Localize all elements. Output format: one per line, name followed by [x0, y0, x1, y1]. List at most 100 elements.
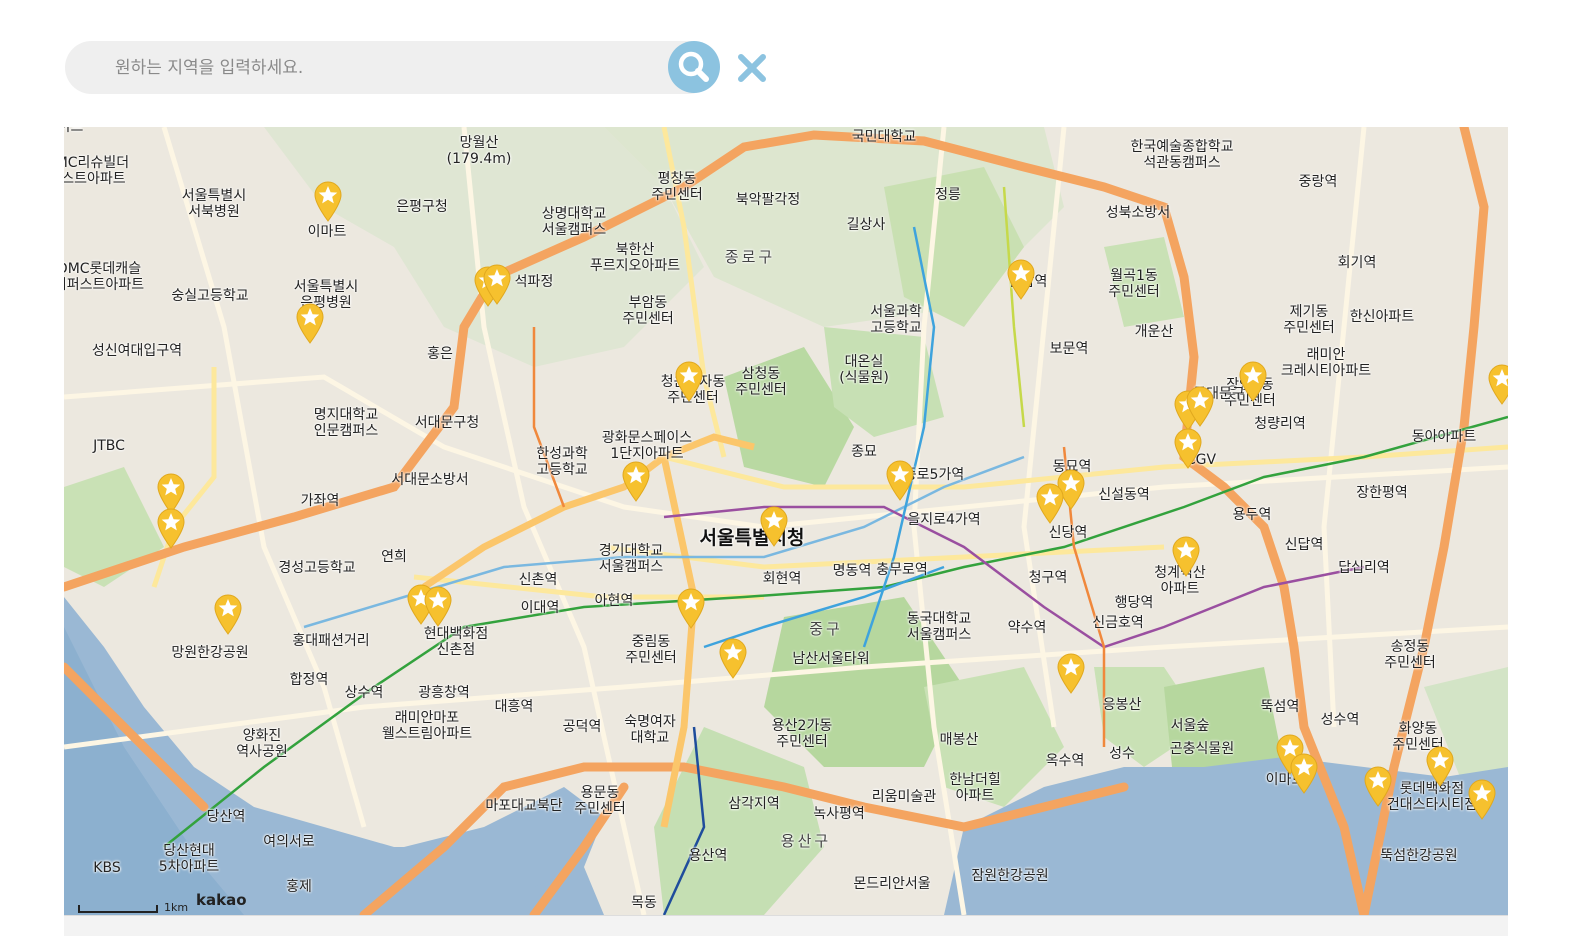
star-pin-icon — [1036, 483, 1064, 524]
star-pin-marker[interactable] — [885, 459, 915, 501]
star-pin-icon — [1364, 766, 1392, 807]
district-label: 용산구 — [780, 832, 832, 850]
star-pin-icon — [296, 303, 324, 344]
place-label: 중랑역 — [1298, 174, 1338, 190]
star-pin-marker[interactable] — [1289, 752, 1319, 794]
star-pin-marker[interactable] — [423, 585, 453, 627]
star-pin-marker[interactable] — [1467, 778, 1497, 820]
place-label: 이마트 — [307, 224, 347, 240]
star-pin-marker[interactable] — [313, 180, 343, 222]
star-pin-marker[interactable] — [1363, 765, 1393, 807]
place-label: 평창동 주민센터 — [651, 171, 703, 203]
place-label: 서울특별시 서북병원 — [181, 188, 247, 220]
place-label: 여의서로 — [263, 834, 315, 850]
star-pin-marker[interactable] — [213, 593, 243, 635]
place-label: 회현역 — [762, 571, 802, 587]
place-label: 서울숲 — [1170, 718, 1210, 734]
star-pin-marker[interactable] — [676, 587, 706, 629]
place-label: 홍은 — [427, 346, 453, 362]
star-pin-marker[interactable] — [1006, 258, 1036, 300]
place-label: DMC롯데캐슬 더퍼스트아파트 — [64, 261, 145, 293]
district-label: 종로구 — [724, 248, 776, 266]
place-label: 광화문스페이스 1단지아파트 — [601, 430, 693, 462]
place-label: 월곡1동 주민센터 — [1108, 268, 1160, 300]
star-pin-marker[interactable] — [1171, 535, 1201, 577]
star-pin-icon — [424, 586, 452, 627]
place-label: 중림동 주민센터 — [625, 634, 677, 666]
star-pin-icon — [314, 181, 342, 222]
place-label: 한신아파트 — [1349, 309, 1415, 325]
place-label: 국민대학교 — [851, 129, 917, 145]
place-label: 현대백화점 신촌점 — [423, 626, 489, 658]
close-icon — [738, 54, 766, 82]
place-label: 당산역 — [206, 809, 246, 825]
star-pin-icon — [760, 506, 788, 547]
place-label: 남산서울타워 — [792, 651, 870, 667]
scale-bar — [78, 905, 158, 913]
place-label: 목동 — [631, 895, 657, 911]
star-pin-marker[interactable] — [1238, 360, 1268, 402]
star-pin-marker[interactable] — [718, 637, 748, 679]
star-pin-icon — [886, 460, 914, 501]
place-label: 당산현대 5차아파트 — [158, 843, 220, 875]
place-label: 상명대학교 서울캠퍼스 — [541, 206, 607, 238]
star-pin-icon — [1174, 428, 1202, 469]
star-pin-marker[interactable] — [156, 507, 186, 549]
place-label: 신촌역 — [518, 572, 558, 588]
place-label: 서울과학 고등학교 — [870, 304, 922, 336]
place-label: 양화진 역사공원 — [236, 728, 288, 760]
kakao-logo: kakao — [196, 891, 247, 909]
map-view[interactable]: 종로구 중구 용산구 서울특별시청 은평구청 서대문구청 서대문소방서 성북소방서 평창동 주민… — [64, 127, 1508, 915]
star-pin-marker[interactable] — [1425, 745, 1455, 787]
place-label: 성신여대입구역 — [91, 343, 183, 359]
star-pin-icon — [483, 264, 511, 305]
place-label: 부암동 주민센터 — [622, 295, 674, 327]
place-label: 은평구청 — [396, 199, 448, 215]
place-label: 연희 — [381, 549, 407, 565]
place-label: 송정동 주민센터 — [1384, 639, 1436, 671]
star-pin-marker[interactable] — [674, 360, 704, 402]
place-label: 하이브 — [64, 127, 84, 135]
place-label: 보문역 — [1049, 341, 1089, 357]
place-label: 삼각지역 — [728, 796, 780, 812]
star-pin-marker[interactable] — [1056, 652, 1086, 694]
star-pin-marker[interactable] — [621, 460, 651, 502]
place-label: 곤충식물원 — [1169, 741, 1235, 757]
star-pin-marker[interactable] — [482, 263, 512, 305]
star-pin-icon — [675, 361, 703, 402]
place-label: 경성고등학교 — [278, 560, 356, 576]
place-label: 래미안 크레시티아파트 — [1280, 347, 1372, 379]
star-pin-icon — [157, 508, 185, 549]
place-label: 응봉산 — [1102, 697, 1142, 713]
star-pin-marker[interactable] — [1173, 427, 1203, 469]
place-label: 북악팔각정 — [735, 192, 801, 208]
star-pin-marker[interactable] — [1035, 482, 1065, 524]
place-label: 행당역 — [1114, 595, 1154, 611]
place-label: 이대역 — [520, 600, 560, 616]
place-label: KBS — [93, 860, 121, 876]
place-label: 성수 — [1109, 746, 1135, 762]
place-label: 광흥창역 — [418, 685, 470, 701]
place-label: 을지로4가역 — [907, 512, 981, 528]
place-label: 녹사평역 — [813, 806, 865, 822]
star-pin-marker[interactable] — [759, 505, 789, 547]
place-label: 신답역 — [1284, 537, 1324, 553]
search-input[interactable] — [115, 41, 655, 94]
search-button[interactable] — [668, 41, 720, 93]
place-label: 매봉산 — [939, 732, 979, 748]
star-pin-marker[interactable] — [295, 302, 325, 344]
place-label: 용문동 주민센터 — [574, 785, 626, 817]
place-label: 리움미술관 — [871, 789, 937, 805]
star-pin-marker[interactable] — [1487, 363, 1508, 405]
place-label: 개운산 — [1134, 324, 1174, 340]
place-label: 홍대패션거리 — [292, 633, 370, 649]
clear-search-button[interactable] — [737, 53, 767, 83]
search-icon — [678, 51, 709, 82]
star-pin-icon — [1468, 779, 1496, 820]
place-label: 석파정 — [514, 274, 554, 290]
scale-label: 1km — [164, 901, 189, 914]
star-pin-icon — [1172, 536, 1200, 577]
star-pin-icon — [719, 638, 747, 679]
star-pin-marker[interactable] — [1185, 385, 1215, 427]
star-pin-icon — [1057, 653, 1085, 694]
